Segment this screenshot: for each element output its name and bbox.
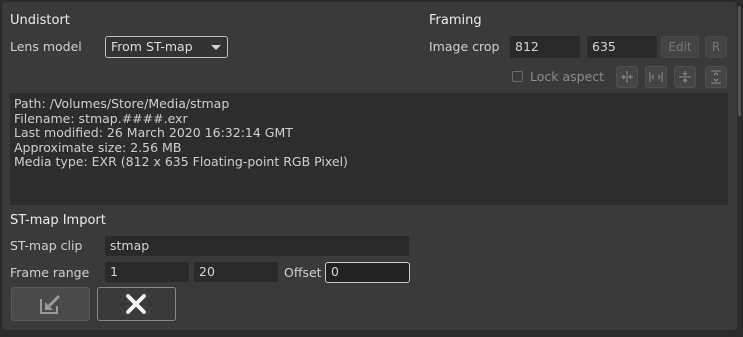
- info-filename: Filename: stmap.####.exr: [14, 110, 188, 126]
- framing-title: Framing: [429, 13, 482, 28]
- lock-aspect-label: Lock aspect: [530, 69, 605, 84]
- reset-button[interactable]: R: [705, 36, 727, 58]
- crop-width-input[interactable]: 812: [510, 36, 580, 58]
- chevron-down-icon: [211, 45, 221, 50]
- fit-horizontal-icon: [621, 71, 633, 83]
- frame-start-input[interactable]: 1: [105, 262, 189, 282]
- expand-horizontal-button[interactable]: [645, 66, 667, 88]
- import-button[interactable]: [11, 287, 90, 321]
- close-icon: [126, 294, 146, 314]
- fit-horizontal-button[interactable]: [616, 66, 638, 88]
- undistort-title: Undistort: [10, 13, 70, 28]
- lens-model-label: Lens model: [10, 39, 82, 54]
- offset-input[interactable]: 0: [325, 262, 410, 283]
- crop-height-input[interactable]: 635: [587, 36, 657, 58]
- media-info-box: Path: /Volumes/Store/Media/stmap Filenam…: [10, 93, 728, 205]
- info-last-modified: Last modified: 26 March 2020 16:32:14 GM…: [14, 125, 293, 140]
- stmap-import-title: ST-map Import: [10, 213, 106, 228]
- lens-model-value: From ST-map: [111, 39, 193, 54]
- frame-range-label: Frame range: [10, 265, 90, 280]
- edit-button[interactable]: Edit: [661, 36, 699, 58]
- expand-vertical-button[interactable]: [705, 66, 727, 88]
- info-path: Path: /Volumes/Store/Media/stmap: [14, 96, 230, 111]
- stmap-clip-input[interactable]: stmap: [105, 236, 409, 256]
- import-icon: [40, 294, 61, 314]
- close-button[interactable]: [97, 287, 176, 321]
- lock-aspect-checkbox[interactable]: [512, 71, 523, 82]
- stmap-clip-label: ST-map clip: [10, 238, 83, 253]
- info-size: Approximate size: 2.56 MB: [14, 139, 182, 155]
- scrollbar[interactable]: [738, 6, 741, 116]
- expand-vertical-icon: [711, 70, 721, 84]
- lens-model-dropdown[interactable]: From ST-map: [105, 36, 228, 58]
- fit-vertical-button[interactable]: [674, 66, 696, 88]
- info-media-type: Media type: EXR (812 x 635 Floating-poin…: [14, 154, 348, 169]
- frame-end-input[interactable]: 20: [194, 262, 278, 282]
- fit-vertical-icon: [679, 71, 691, 83]
- expand-horizontal-icon: [649, 72, 663, 82]
- offset-label: Offset: [284, 265, 322, 280]
- image-crop-label: Image crop: [429, 39, 500, 54]
